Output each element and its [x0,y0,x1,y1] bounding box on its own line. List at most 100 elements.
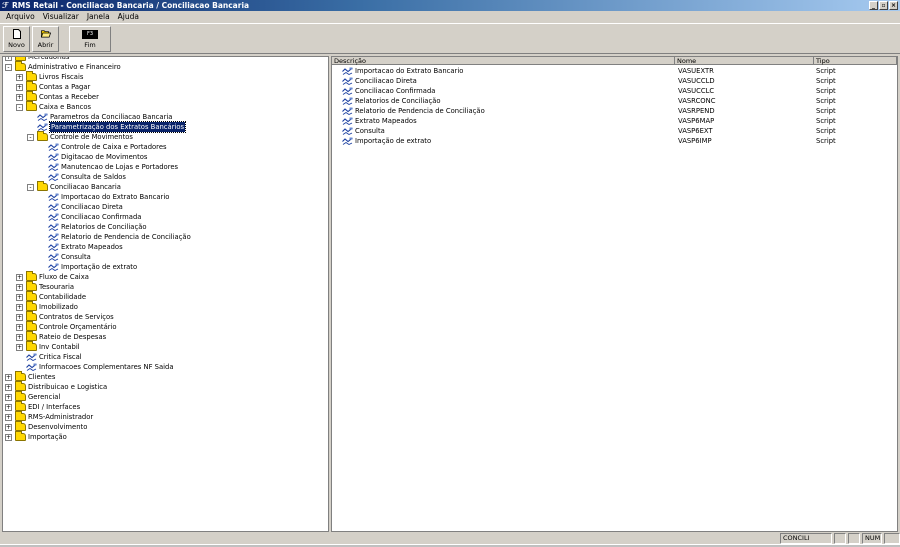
tree-folder-item[interactable]: + Importação [5,431,67,442]
list-row[interactable]: Relatorio de Pendencia de Conciliação VAS… [332,106,884,116]
list-row[interactable]: Importacao do Extrato Bancario VASUEXTR Sc… [332,66,884,76]
tree-script-item[interactable]: Importação de extrato [38,262,137,272]
expand-icon[interactable]: + [5,373,12,381]
tree-script-item[interactable]: Importacao do Extrato Bancario [38,192,169,202]
tree-folder-item[interactable]: - Administrativo e Financeiro [5,61,121,72]
list-row[interactable]: Extrato Mapeados VASP6MAP Script [332,116,884,126]
collapse-icon[interactable]: - [27,133,34,141]
collapse-icon[interactable]: - [27,183,34,191]
expand-icon[interactable]: + [5,413,12,421]
column-header-descricao[interactable]: Descrição [332,57,675,65]
list-row[interactable]: Conciliacao Direta VASUCCLD Script [332,76,884,86]
tree-item-label: Controle de Caixa e Portadores [61,143,167,151]
cell-nome: VASRPEND [678,107,715,115]
menu-janela[interactable]: Janela [83,11,114,23]
expand-icon[interactable]: + [16,303,23,311]
script-icon [48,213,59,222]
script-icon [342,67,353,76]
tree-script-item[interactable]: Digitacao de Movimentos [38,152,147,162]
list-row[interactable]: Conciliacao Confirmada VASUCCLC Script [332,86,884,96]
tree-script-item[interactable]: Parametros da Conciliacao Bancaria [27,112,172,122]
script-icon [342,107,353,116]
expand-icon[interactable]: + [5,433,12,441]
tree-item-label: Informacoes Complementares NF Saida [39,363,174,371]
list-row[interactable]: Importação de extrato VASP6IMP Script [332,136,884,146]
expand-icon[interactable]: + [16,73,23,81]
cell-descricao: Consulta [355,127,385,135]
script-icon [48,223,59,232]
tree-script-item[interactable]: Relatorios de Conciliação [38,222,147,232]
cell-nome: VASP6EXT [678,127,713,135]
cell-tipo: Script [816,77,836,85]
tree-script-item[interactable]: Informacoes Complementares NF Saida [16,362,173,372]
tree-script-item[interactable]: Relatorio de Pendencia de Conciliação [38,232,191,242]
collapse-icon[interactable]: - [16,103,23,111]
novo-button[interactable]: Novo [3,26,30,52]
menu-ajuda[interactable]: Ajuda [114,11,143,23]
tree-script-item[interactable]: Manutencao de Lojas e Portadores [38,162,178,172]
restore-button[interactable]: ▫ [879,1,888,10]
expand-icon[interactable]: + [5,57,12,61]
tree-script-item[interactable]: Controle de Caixa e Portadores [38,142,167,152]
menu-visualizar[interactable]: Visualizar [39,11,83,23]
cell-tipo: Script [816,87,836,95]
tree-script-item[interactable]: Conciliacao Direta [38,202,123,212]
script-icon [48,143,59,152]
expand-icon[interactable]: + [16,293,23,301]
tree-folder-item[interactable]: + Inv Contabil [16,341,80,352]
tree-folder-item[interactable]: + Clientes [5,371,55,382]
status-module: CONCILI [780,533,832,544]
column-header-tipo[interactable]: Tipo [814,57,897,65]
list-row[interactable]: Consulta VASP6EXT Script [332,126,884,136]
expand-icon[interactable]: + [5,423,12,431]
cell-nome: VASRCONC [678,97,716,105]
script-icon [48,233,59,242]
expand-icon[interactable]: + [5,403,12,411]
expand-icon[interactable]: + [5,383,12,391]
cell-nome: VASUEXTR [678,67,714,75]
tree-script-item[interactable]: Consulta [38,252,91,262]
script-icon [48,243,59,252]
cell-descricao: Importacao do Extrato Bancario [355,67,464,75]
tree-script-item[interactable]: Extrato Mapeados [38,242,123,252]
programs-list-panel[interactable]: Descrição Nome Tipo Importacao do Extrat… [331,56,898,532]
menu-arquivo[interactable]: Arquivo [2,11,39,23]
fim-button[interactable]: F3 Fim [69,26,111,52]
close-button[interactable]: × [889,1,898,10]
cell-tipo: Script [816,67,836,75]
expand-icon[interactable]: + [16,333,23,341]
script-icon [48,153,59,162]
script-icon [48,163,59,172]
tree-folder-item[interactable]: + Tesouraria [16,281,74,292]
tree-folder-item[interactable]: + Gerencial [5,391,60,402]
expand-icon[interactable]: + [16,283,23,291]
folder-icon [26,301,37,311]
expand-icon[interactable]: + [16,93,23,101]
expand-icon[interactable]: + [16,273,23,281]
tree-script-item[interactable]: Conciliacao Confirmada [38,212,141,222]
expand-icon[interactable]: + [16,323,23,331]
minimize-button[interactable]: _ [869,1,878,10]
fim-label: Fim [84,41,96,49]
tree-item-label: Contratos de Serviços [39,313,114,321]
tree-folder-item[interactable]: - Controle de Movimentos [27,131,133,142]
expand-icon[interactable]: + [16,343,23,351]
abrir-button[interactable]: Abrir [32,26,59,52]
folder-icon [15,401,26,411]
menu-tree-panel[interactable]: + Mercadorias - Administrativo e Financeiro… [2,56,329,532]
tree-folder-item[interactable]: - Conciliacao Bancaria [27,181,121,192]
tree-item-label: Importacao do Extrato Bancario [61,193,170,201]
tree-folder-item[interactable]: - Caixa e Bancos [16,101,91,112]
tree-item-label: Rateio de Despesas [39,333,107,341]
expand-icon[interactable]: + [16,83,23,91]
expand-icon[interactable]: + [16,313,23,321]
collapse-icon[interactable]: - [5,63,12,71]
expand-icon[interactable]: + [5,393,12,401]
list-row[interactable]: Relatorios de Conciliação VASRCONC Script [332,96,884,106]
tree-script-item[interactable]: Critica Fiscal [16,352,82,362]
column-header-nome[interactable]: Nome [675,57,814,65]
tree-item-label: Consulta de Saldos [61,173,126,181]
tree-script-item[interactable]: Consulta de Saldos [38,172,126,182]
tree-script-item[interactable]: Parametrização dos Extratos Bancários [27,121,187,133]
tree-item-label: Inv Contabil [39,343,80,351]
